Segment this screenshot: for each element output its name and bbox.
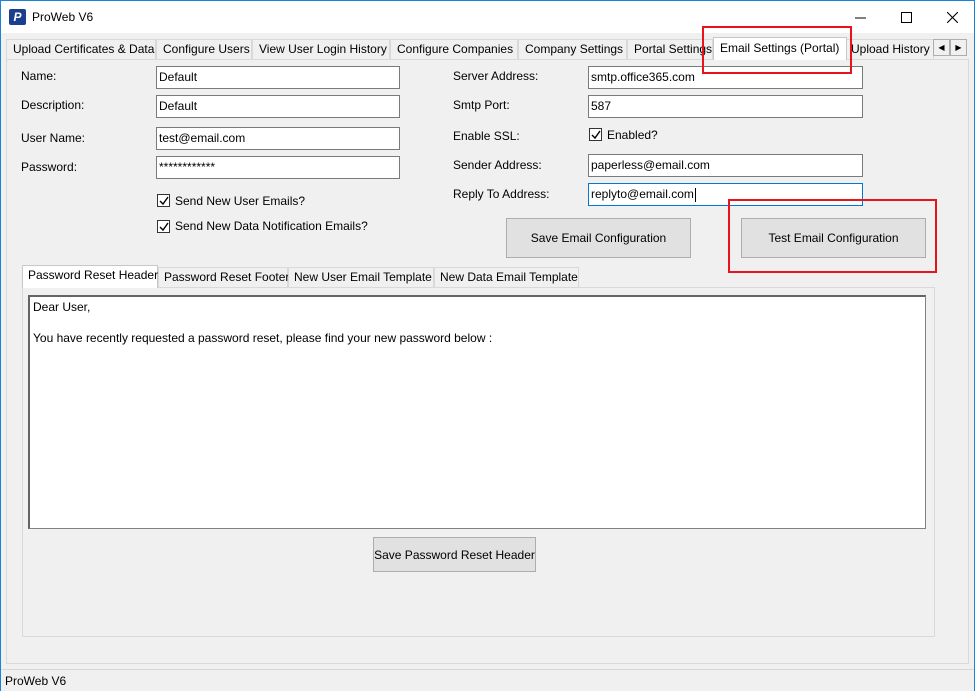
tab-upload-history[interactable]: Upload History — [844, 39, 934, 59]
sender-address-input[interactable]: paperless@email.com — [588, 154, 863, 177]
enable-ssl-checkbox[interactable] — [589, 128, 602, 141]
status-bar: ProWeb V6 — [1, 669, 974, 691]
password-input[interactable]: ************ — [156, 156, 400, 179]
send-new-user-checkbox[interactable] — [157, 194, 170, 207]
username-label: User Name: — [21, 131, 86, 145]
checkmark-icon — [159, 222, 169, 232]
save-password-reset-header-button[interactable]: Save Password Reset Header — [373, 537, 536, 572]
send-new-data-label: Send New Data Notification Emails? — [175, 219, 368, 233]
subtab-password-reset-header[interactable]: Password Reset Header — [22, 265, 158, 288]
app-window: P ProWeb V6 Upload Certificates & Data C… — [0, 0, 975, 691]
maximize-button[interactable] — [883, 1, 929, 33]
text-caret — [694, 187, 696, 202]
description-label: Description: — [21, 98, 85, 112]
proweb-logo-icon: P — [9, 9, 26, 25]
minimize-icon — [854, 17, 866, 18]
password-reset-header-editor[interactable]: Dear User, You have recently requested a… — [28, 295, 926, 529]
tab-configure-users[interactable]: Configure Users — [156, 39, 252, 59]
reply-to-address-label: Reply To Address: — [453, 187, 550, 201]
tab-scroll-right-icon[interactable]: ▶ — [950, 39, 967, 56]
subtab-new-data-email-template[interactable]: New Data Email Template — [434, 267, 579, 287]
sender-address-label: Sender Address: — [453, 158, 542, 172]
server-address-label: Server Address: — [453, 69, 539, 83]
editor-line-body: You have recently requested a password r… — [33, 331, 493, 345]
tab-configure-companies[interactable]: Configure Companies — [390, 39, 518, 59]
subtab-new-user-email-template[interactable]: New User Email Template — [288, 267, 434, 287]
send-new-user-label: Send New User Emails? — [175, 194, 306, 208]
minimize-button[interactable] — [837, 1, 883, 33]
close-icon — [946, 11, 958, 23]
smtp-port-label: Smtp Port: — [453, 98, 510, 112]
name-label: Name: — [21, 69, 57, 83]
tab-upload-certificates[interactable]: Upload Certificates & Data — [6, 39, 156, 59]
main-tabstrip: Upload Certificates & Data Configure Use… — [6, 37, 969, 60]
tab-scroll-left-icon[interactable]: ◀ — [933, 39, 950, 56]
status-text: ProWeb V6 — [5, 674, 67, 688]
reply-to-address-input[interactable]: replyto@email.com — [588, 183, 863, 206]
server-address-input[interactable]: smtp.office365.com — [588, 66, 863, 89]
tab-portal-settings[interactable]: Portal Settings — [627, 39, 713, 59]
test-email-configuration-button[interactable]: Test Email Configuration — [741, 218, 926, 258]
tab-scroll-controls: ◀ ▶ — [933, 39, 967, 56]
checkmark-icon — [159, 196, 169, 206]
subtab-password-reset-footer[interactable]: Password Reset Footer — [158, 267, 289, 287]
title-bar: P ProWeb V6 — [1, 1, 974, 33]
username-input[interactable]: test@email.com — [156, 127, 400, 150]
window-title: ProWeb V6 — [32, 10, 94, 24]
send-new-data-checkbox[interactable] — [157, 220, 170, 233]
password-label: Password: — [21, 160, 78, 174]
enable-ssl-checkbox-label: Enabled? — [607, 128, 658, 142]
reply-to-value: replyto@email.com — [591, 187, 694, 201]
enable-ssl-label: Enable SSL: — [453, 129, 520, 143]
smtp-port-input[interactable]: 587 — [588, 95, 863, 118]
close-button[interactable] — [929, 1, 975, 33]
description-input[interactable]: Default — [156, 95, 400, 118]
maximize-icon — [900, 11, 912, 23]
editor-line-greeting: Dear User, — [33, 300, 91, 314]
name-input[interactable]: Default — [156, 66, 400, 89]
save-email-configuration-button[interactable]: Save Email Configuration — [506, 218, 691, 258]
tab-view-user-login-history[interactable]: View User Login History — [252, 39, 390, 59]
tab-email-settings-portal[interactable]: Email Settings (Portal) — [713, 37, 847, 60]
tab-company-settings[interactable]: Company Settings — [518, 39, 627, 59]
checkmark-icon — [591, 130, 601, 140]
